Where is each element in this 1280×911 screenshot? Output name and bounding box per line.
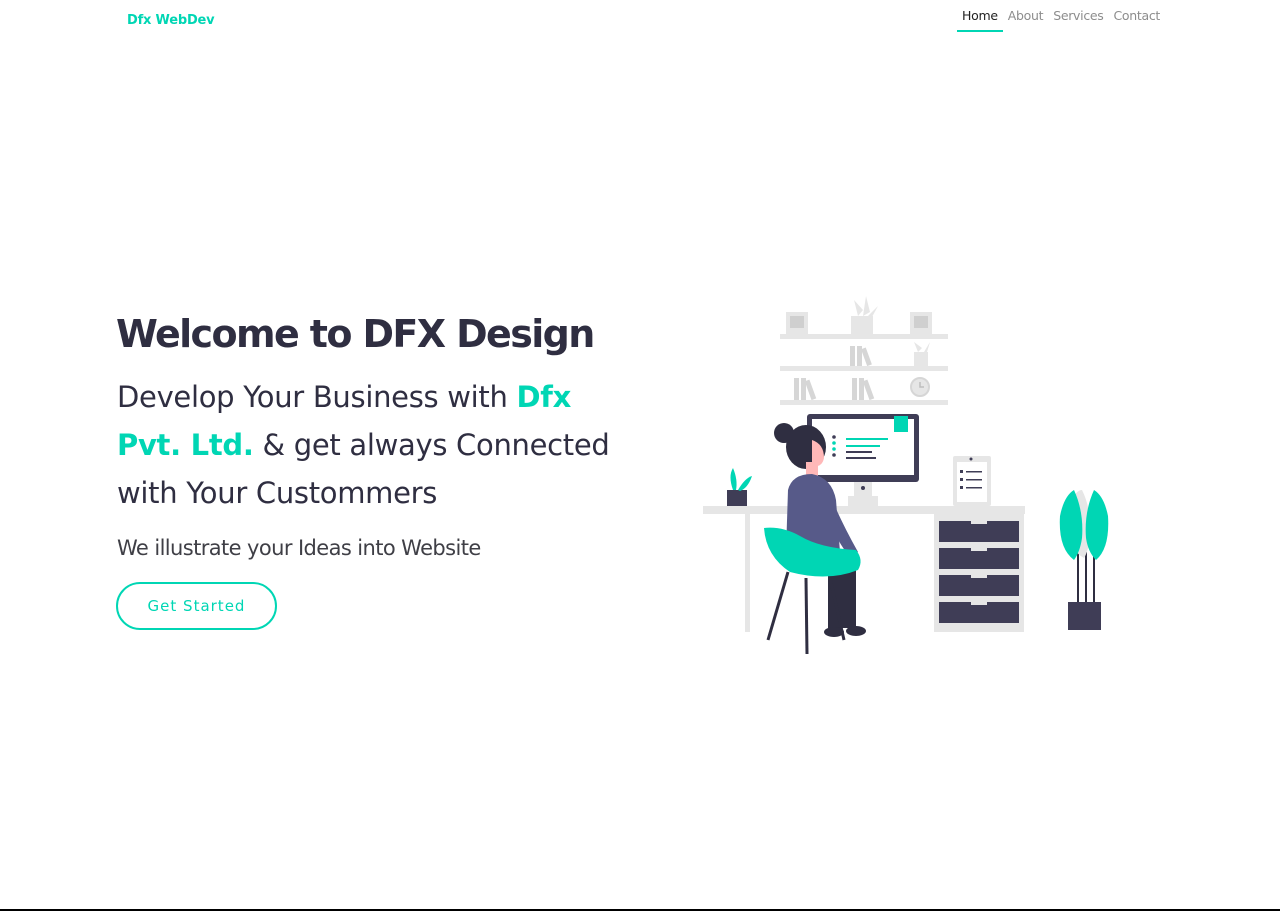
- desk: [703, 506, 1025, 632]
- hero-tagline: We illustrate your Ideas into Website: [117, 536, 481, 560]
- hero-title: Welcome to DFX Design: [116, 312, 595, 356]
- brand-logo[interactable]: Dfx WebDev: [127, 13, 215, 28]
- nav-about[interactable]: About: [1003, 7, 1048, 32]
- nav-home[interactable]: Home: [957, 7, 1003, 32]
- floor-plant: [1059, 490, 1109, 630]
- get-started-button[interactable]: Get Started: [116, 582, 277, 630]
- shelves: [780, 296, 948, 405]
- woman-at-desk-illustration: [703, 296, 1109, 655]
- hero-subtitle-prefix: Develop Your Business with: [117, 380, 517, 414]
- desk-plant: [727, 468, 752, 506]
- tablet: [953, 456, 991, 506]
- main-nav: Home About Services Contact: [957, 7, 1165, 32]
- hero-subtitle: Develop Your Business with Dfx Pvt. Ltd.…: [117, 373, 637, 517]
- nav-contact[interactable]: Contact: [1109, 7, 1166, 32]
- nav-services[interactable]: Services: [1048, 7, 1108, 32]
